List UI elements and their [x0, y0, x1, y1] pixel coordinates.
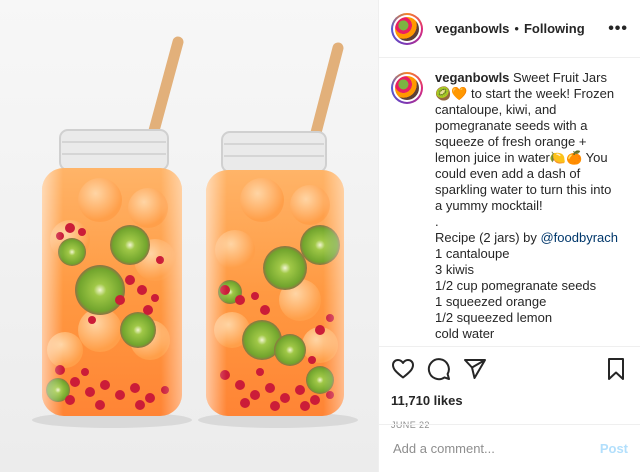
caption-username[interactable]: veganbowls — [435, 70, 509, 85]
avatar[interactable] — [391, 12, 423, 45]
fruit-jars-photo — [0, 0, 378, 472]
caption-section: veganbowls Sweet Fruit Jars🥝🧡 to start t… — [379, 58, 640, 346]
post-image[interactable] — [0, 0, 378, 472]
likes-count[interactable]: 11,710 likes — [391, 393, 628, 408]
post-sidebar: veganbowls • Following ••• veganbowls Sw… — [378, 0, 640, 472]
comment-bar: Post — [379, 424, 640, 472]
more-options-icon[interactable]: ••• — [608, 20, 628, 38]
comment-icon[interactable] — [427, 357, 451, 381]
header-separator: • — [514, 21, 519, 36]
header-username[interactable]: veganbowls — [435, 21, 509, 36]
comment-input[interactable] — [391, 440, 600, 457]
instagram-post: veganbowls • Following ••• veganbowls Sw… — [0, 0, 640, 472]
caption-text: veganbowls Sweet Fruit Jars🥝🧡 to start t… — [435, 70, 621, 346]
post-header: veganbowls • Following ••• — [379, 0, 640, 58]
share-icon[interactable] — [463, 357, 487, 381]
mention-link[interactable]: @foodbyrach — [540, 230, 618, 245]
action-bar: 11,710 likes JUNE 22 — [379, 346, 640, 430]
post-button[interactable]: Post — [600, 441, 628, 456]
bookmark-icon[interactable] — [604, 357, 628, 381]
caption-body-2: 1 cantaloupe 3 kiwis 1/2 cup pomegranate… — [435, 246, 597, 346]
heart-icon[interactable] — [391, 357, 415, 381]
caption-body-1: Sweet Fruit Jars🥝🧡 to start the week! Fr… — [435, 70, 615, 245]
following-button[interactable]: Following — [524, 21, 585, 36]
caption-avatar[interactable] — [391, 72, 423, 104]
